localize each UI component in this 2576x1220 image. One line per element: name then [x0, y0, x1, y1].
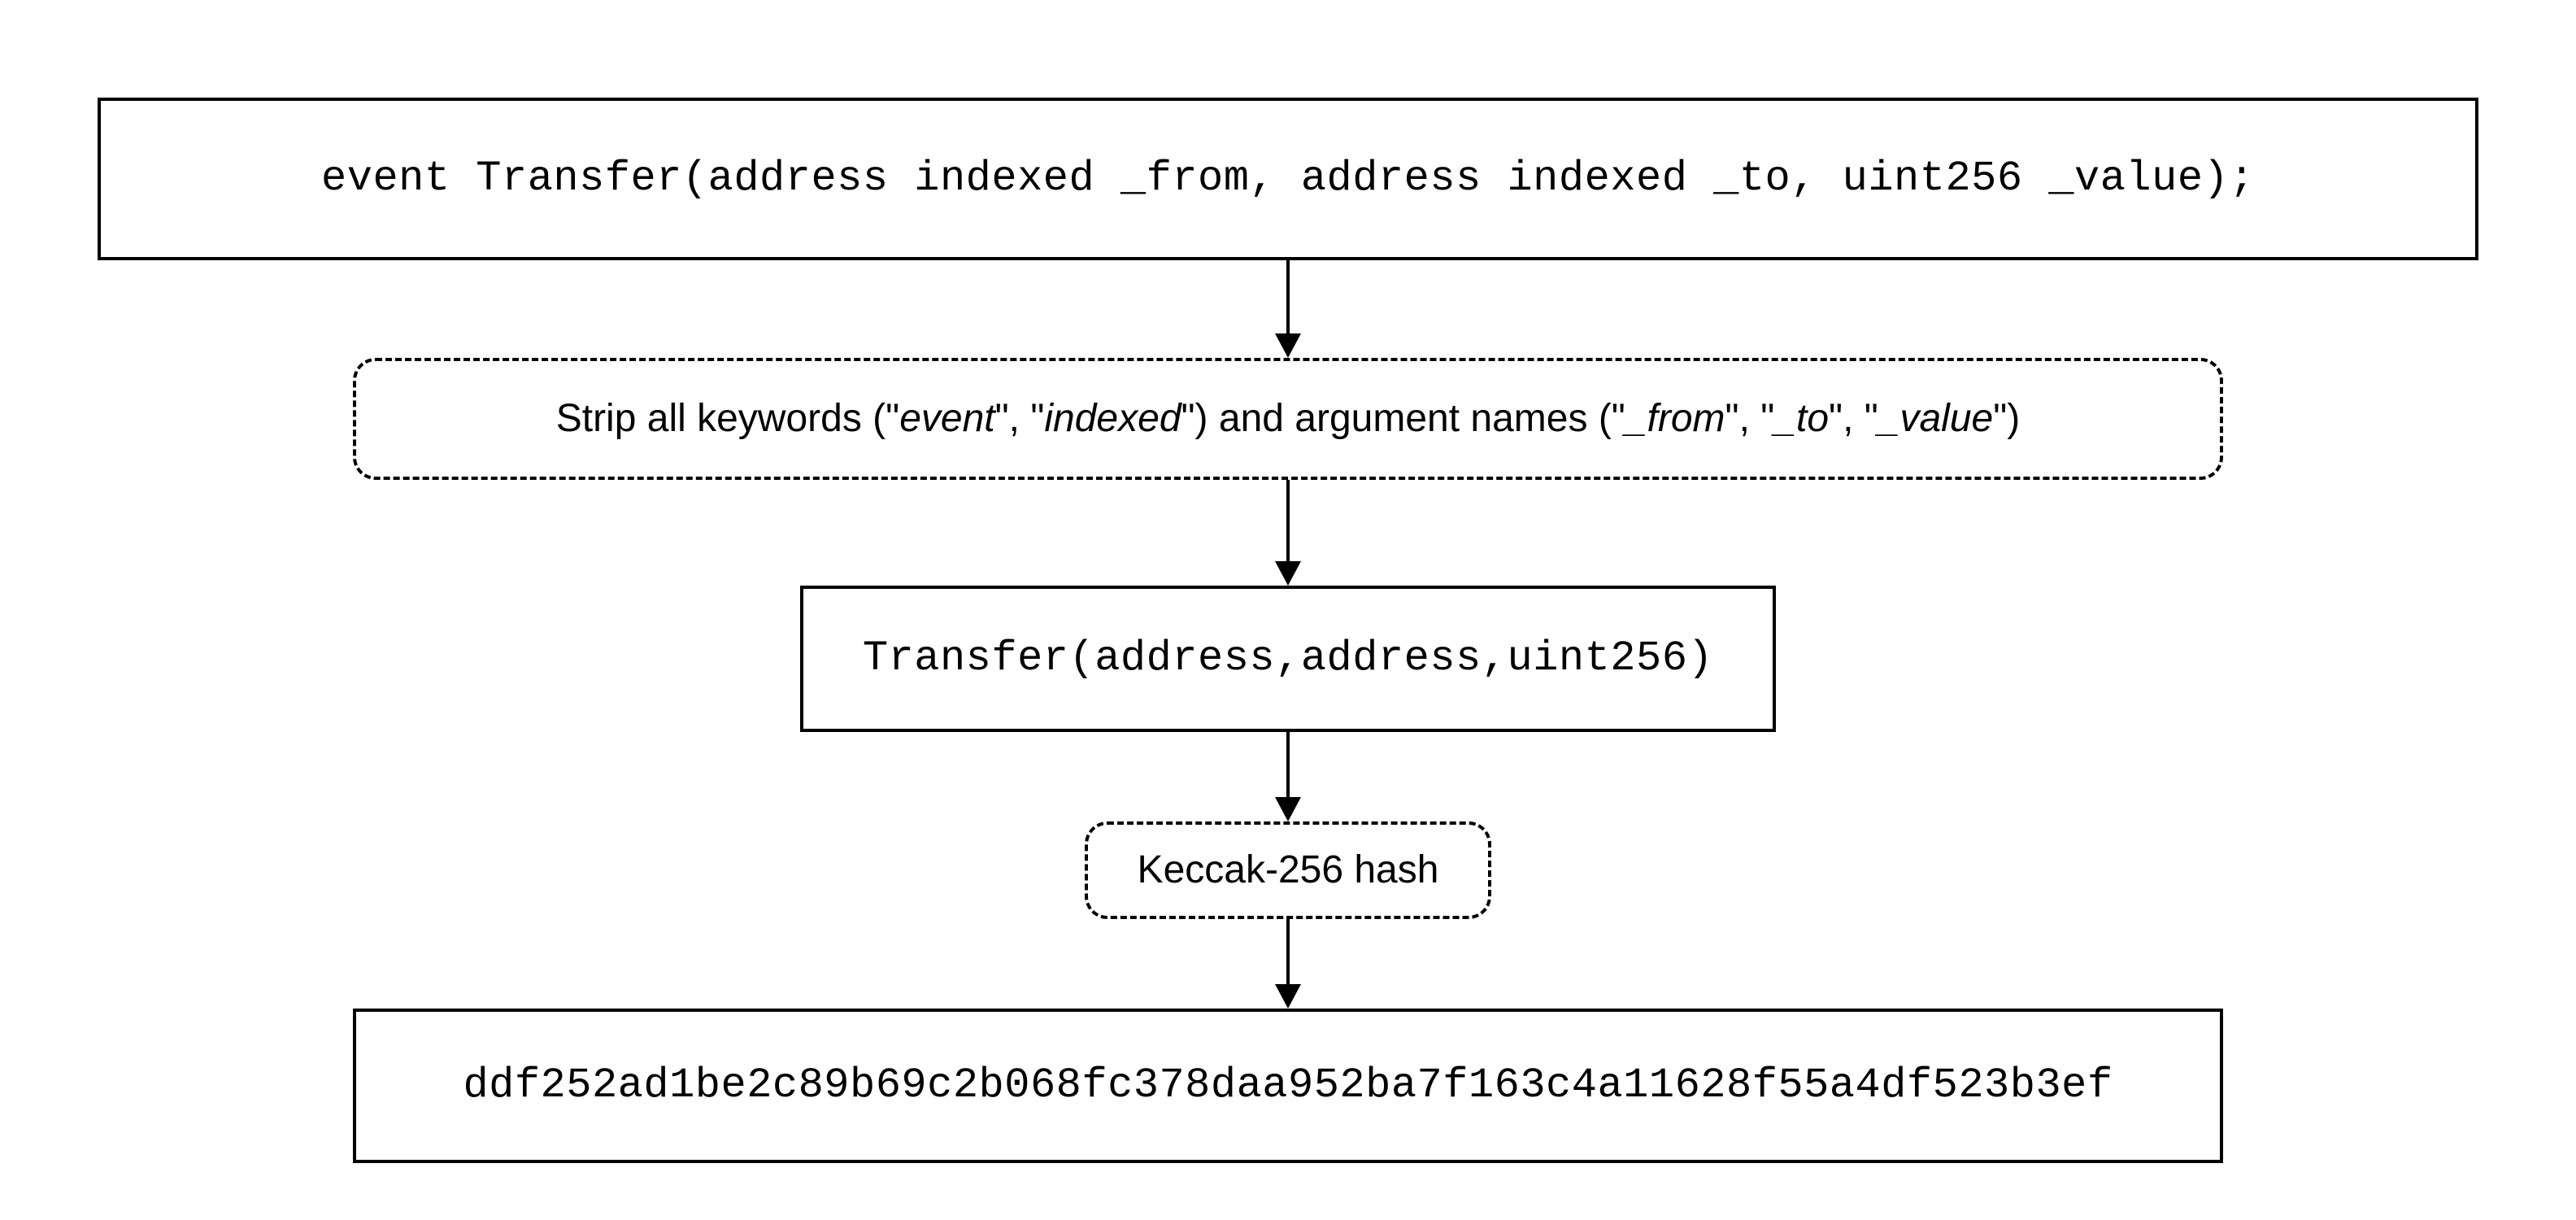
node-source: event Transfer(address indexed _from, ad…	[98, 98, 2478, 260]
node-hash: Keccak-256 hash	[1085, 821, 1491, 919]
strip-text: Strip all keywords ("event", "indexed") …	[556, 391, 2021, 446]
node-canonical: Transfer(address,address,uint256)	[800, 586, 1776, 732]
node-strip: Strip all keywords ("event", "indexed") …	[353, 358, 2223, 480]
arrow-hash-to-digest	[1264, 919, 1312, 1009]
arrow-source-to-strip	[1264, 260, 1312, 358]
flowchart-canvas: event Transfer(address indexed _from, ad…	[0, 0, 2576, 1220]
arrow-canonical-to-hash	[1264, 732, 1312, 821]
arrow-strip-to-canonical	[1264, 480, 1312, 586]
node-digest: ddf252ad1be2c89b69c2b068fc378daa952ba7f1…	[353, 1009, 2223, 1163]
